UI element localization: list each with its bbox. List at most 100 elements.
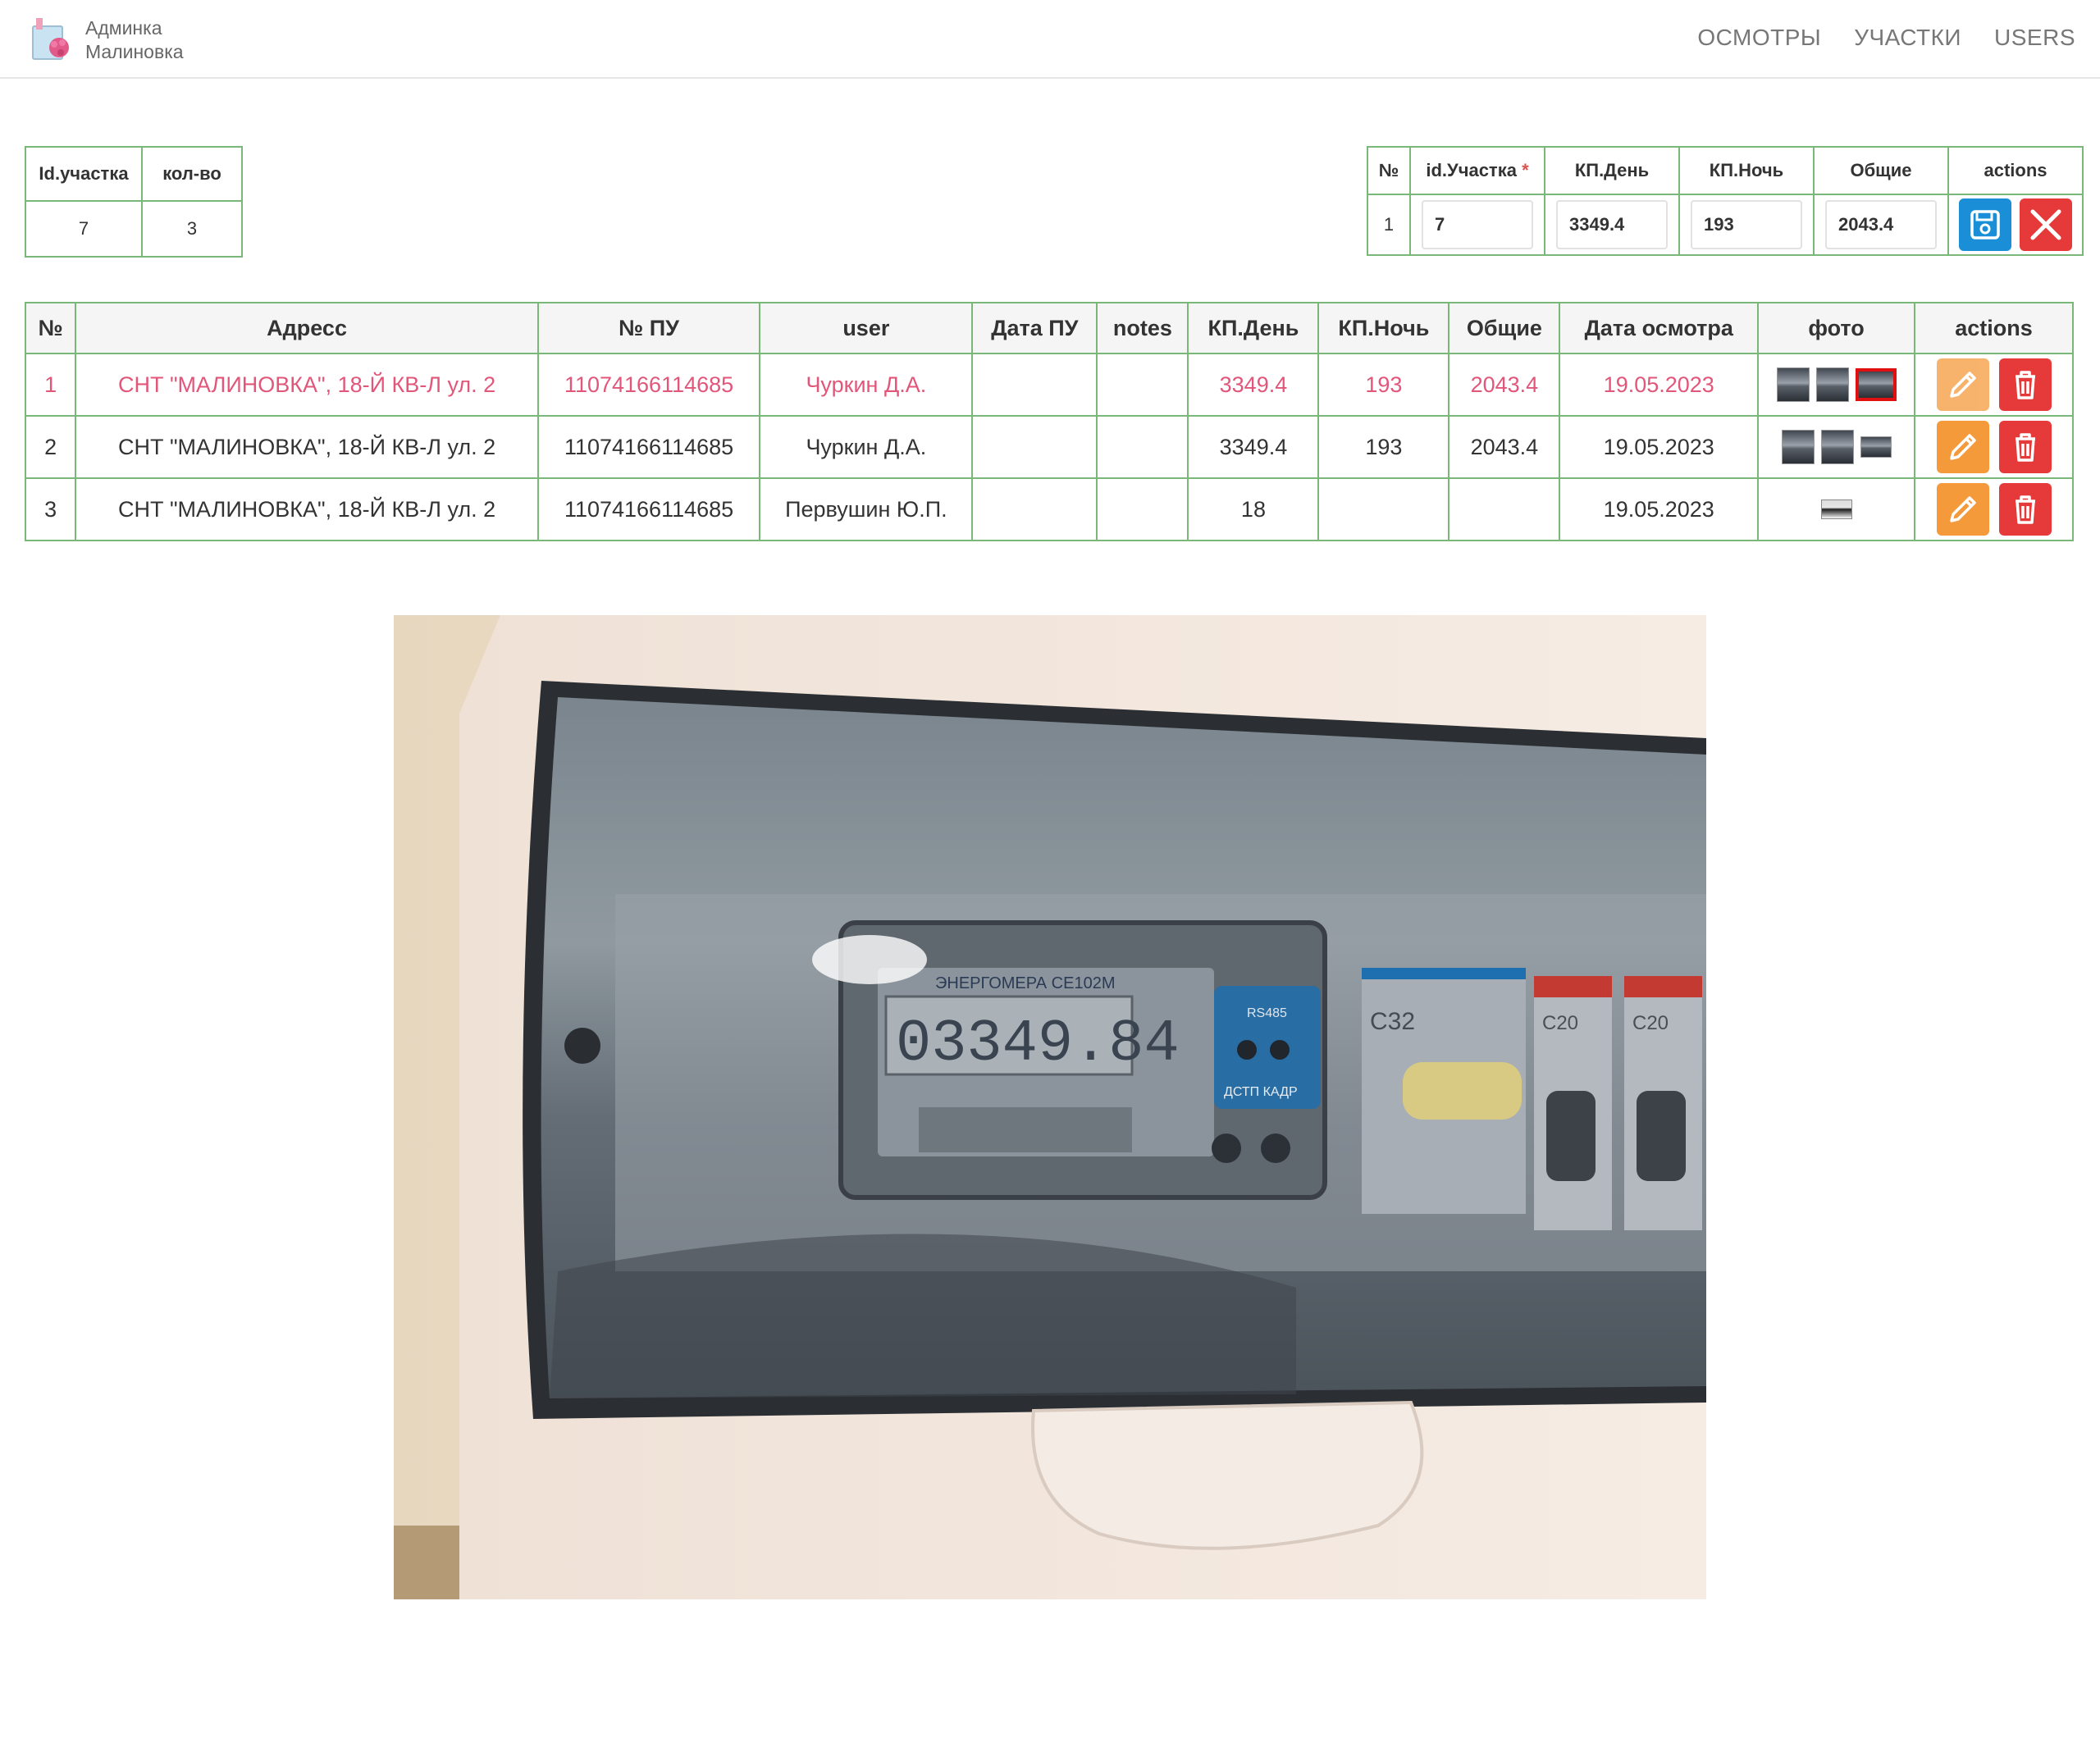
delete-button[interactable]	[1998, 421, 2052, 473]
header-actions: actions	[1914, 302, 2074, 354]
breaker-red-label	[1624, 976, 1702, 997]
delete-button[interactable]	[1998, 483, 2052, 536]
delete-button[interactable]	[1998, 358, 2052, 411]
edit-cell-plot-id	[1409, 194, 1545, 256]
row-address: СНТ "МАЛИНОВКА", 18-Й КВ-Л ул. 2	[75, 353, 539, 417]
table-row[interactable]: 3 СНТ "МАЛИНОВКА", 18-Й КВ-Л ул. 2 11074…	[24, 477, 2074, 541]
row-pu-number: 11074166114685	[536, 415, 761, 479]
nav-users[interactable]: USERS	[1994, 25, 2075, 51]
header-date-pu: Дата ПУ	[971, 302, 1098, 354]
photo-thumbnail[interactable]	[1776, 367, 1810, 402]
kp-night-input[interactable]	[1691, 200, 1802, 249]
photo-thumbnail[interactable]	[1860, 436, 1892, 458]
row-inspection-date: 19.05.2023	[1559, 353, 1760, 417]
save-button[interactable]	[1959, 198, 2011, 251]
meter-model-text: ЭНЕРГОМЕРА СЕ102М	[935, 974, 1115, 992]
row-photos	[1757, 415, 1916, 479]
photo-thumbnail[interactable]	[1820, 430, 1854, 464]
row-photos	[1757, 353, 1916, 417]
main-nav: ОСМОТРЫ УЧАСТКИ USERS	[1697, 25, 2075, 51]
breaker-stripe	[1362, 968, 1526, 979]
meter-reading: 03349.84	[896, 1010, 1180, 1078]
edit-header-actions: actions	[1947, 146, 2084, 195]
edit-cell-kp-night	[1678, 194, 1815, 256]
header-user: user	[759, 302, 974, 354]
inspections-table: № Адресс № ПУ user Дата ПУ notes КП.День…	[24, 302, 2074, 541]
row-num: 2	[24, 415, 77, 479]
row-kp-night: 193	[1317, 415, 1450, 479]
edit-header-total: Общие	[1813, 146, 1949, 195]
row-num: 1	[24, 353, 77, 417]
row-actions	[1914, 415, 2074, 479]
header-num: №	[24, 302, 77, 354]
row-total	[1448, 477, 1561, 541]
plot-id-input[interactable]	[1422, 200, 1533, 249]
cancel-button[interactable]	[2020, 198, 2072, 251]
meter-barcode-area	[919, 1107, 1132, 1152]
summary-header-plot-id: Id.участка	[25, 146, 143, 202]
row-user: Чуркин Д.А.	[759, 353, 974, 417]
floppy-disk-icon	[1970, 210, 2000, 239]
header-address: Адресс	[75, 302, 539, 354]
pencil-icon	[1949, 434, 1976, 460]
edit-button[interactable]	[1936, 421, 1989, 473]
row-address: СНТ "МАЛИНОВКА", 18-Й КВ-Л ул. 2	[75, 477, 539, 541]
edit-cell-kp-day	[1544, 194, 1680, 256]
header-kp-day: КП.День	[1187, 302, 1320, 354]
edit-header-kp-day: КП.День	[1544, 146, 1680, 195]
summary-header-count: кол-во	[141, 146, 243, 202]
row-actions	[1914, 353, 2074, 417]
row-date-pu	[971, 353, 1098, 417]
row-kp-night: 193	[1317, 353, 1450, 417]
edit-header-plot-id-label: id.Участка	[1426, 160, 1517, 180]
row-notes	[1096, 415, 1189, 479]
row-photos	[1757, 477, 1916, 541]
row-kp-day: 18	[1187, 477, 1320, 541]
kp-day-input[interactable]	[1556, 200, 1668, 249]
edit-header-kp-night: КП.Ночь	[1678, 146, 1815, 195]
edit-header-num: №	[1367, 146, 1411, 195]
breaker-switch	[1546, 1091, 1596, 1181]
plot-summary-table: Id.участка кол-во 7 3	[25, 146, 243, 258]
photo-thumbnail-selected[interactable]	[1855, 368, 1897, 401]
pencil-icon	[1949, 496, 1976, 522]
table-row[interactable]: 1 СНТ "МАЛИНОВКА", 18-Й КВ-Л ул. 2 11074…	[24, 353, 2074, 417]
door-latch	[564, 1028, 600, 1064]
row-notes	[1096, 477, 1189, 541]
inspections-header-row: № Адресс № ПУ user Дата ПУ notes КП.День…	[24, 302, 2074, 354]
row-user: Чуркин Д.А.	[759, 415, 974, 479]
row-date-pu	[971, 477, 1098, 541]
door-handle	[1031, 1400, 1424, 1550]
pencil-icon	[1949, 372, 1976, 398]
meter-knob	[1261, 1133, 1290, 1163]
row-kp-night	[1317, 477, 1450, 541]
edit-cell-actions	[1947, 194, 2084, 256]
brand-line-2: Малиновка	[85, 41, 184, 62]
table-row[interactable]: 2 СНТ "МАЛИНОВКА", 18-Й КВ-Л ул. 2 11074…	[24, 415, 2074, 479]
row-kp-day: 3349.4	[1187, 353, 1320, 417]
app-logo-icon[interactable]	[30, 15, 75, 64]
brand-name[interactable]: Админка Малиновка	[85, 16, 184, 64]
top-navbar: Админка Малиновка ОСМОТРЫ УЧАСТКИ USERS	[0, 0, 2100, 79]
summary-plot-id: 7	[25, 200, 143, 258]
row-total: 2043.4	[1448, 353, 1561, 417]
photo-thumbnail[interactable]	[1781, 430, 1815, 464]
photo-thumbnail[interactable]	[1815, 367, 1849, 402]
header-photo: фото	[1757, 302, 1916, 354]
edit-button[interactable]	[1936, 483, 1989, 536]
breaker-label: C32	[1370, 1008, 1415, 1035]
breaker-c20-label: C20	[1632, 1012, 1669, 1034]
row-inspection-date: 19.05.2023	[1559, 477, 1760, 541]
row-actions	[1914, 477, 2074, 541]
nav-inspections[interactable]: ОСМОТРЫ	[1697, 25, 1821, 51]
meter-buttons-label: ДСТП КАДР	[1224, 1085, 1298, 1099]
nav-plots[interactable]: УЧАСТКИ	[1854, 25, 1961, 51]
port-hole	[1270, 1040, 1290, 1060]
edit-button[interactable]	[1936, 358, 1989, 411]
total-input[interactable]	[1825, 200, 1937, 249]
row-kp-day: 3349.4	[1187, 415, 1320, 479]
breaker-c20-label: C20	[1542, 1012, 1578, 1034]
required-mark: *	[1522, 160, 1529, 180]
photo-preview[interactable]: ЭНЕРГОМЕРА СЕ102М 03349.84 RS485 ДСТП КА…	[394, 615, 1706, 1599]
photo-thumbnail[interactable]	[1820, 499, 1852, 519]
